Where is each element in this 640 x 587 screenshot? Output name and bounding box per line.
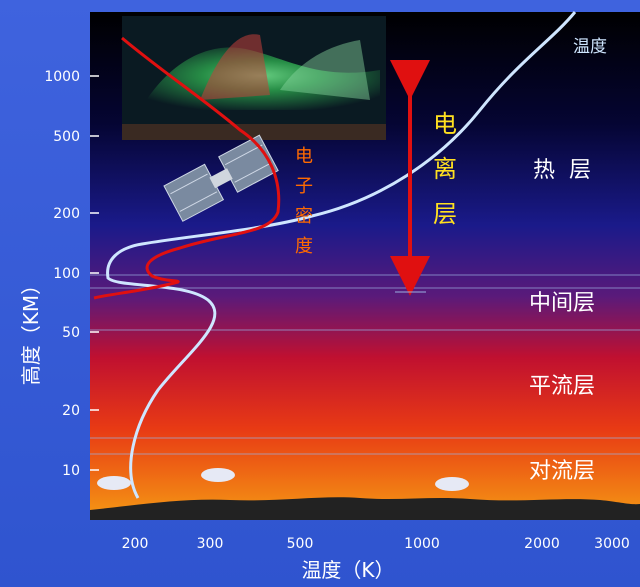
y-axis-title: 高度（KM） (19, 275, 43, 385)
y-tick-label: 20 (62, 403, 80, 419)
x-tick-label: 1000 (404, 536, 440, 552)
atmosphere-diagram: 1000 500 200 100 50 20 10 200 300 500 10… (0, 0, 640, 587)
cloud-icon (97, 476, 131, 490)
y-tick-label: 200 (53, 206, 80, 222)
x-axis-title: 温度（K） (301, 558, 394, 582)
y-tick-label: 50 (62, 325, 80, 341)
electron-density-char: 密 (295, 206, 313, 227)
x-tick-label: 300 (197, 536, 224, 552)
electron-density-char: 电 (295, 146, 313, 167)
cloud-icon (435, 477, 469, 491)
y-tick-label: 100 (53, 266, 80, 282)
temperature-curve-label: 温度 (573, 37, 607, 57)
layer-label-stratosphere: 平流层 (529, 374, 595, 399)
layer-label-thermosphere: 热 层 (533, 158, 591, 183)
layer-label-troposphere: 对流层 (529, 459, 595, 484)
x-tick-label: 500 (287, 536, 314, 552)
electron-density-char: 度 (295, 236, 313, 257)
layer-label-mesosphere: 中间层 (529, 291, 595, 316)
y-tick-label: 10 (62, 463, 80, 479)
electron-density-char: 子 (295, 176, 313, 197)
ionosphere-label: 电 离 层 (433, 110, 457, 228)
aurora-photo (122, 16, 386, 140)
y-tick-label: 1000 (44, 69, 80, 85)
ionosphere-char: 电 (433, 110, 457, 138)
ionosphere-char: 层 (433, 200, 457, 228)
x-tick-label: 2000 (524, 536, 560, 552)
y-tick-label: 500 (53, 129, 80, 145)
diagram-canvas: 1000 500 200 100 50 20 10 200 300 500 10… (19, 11, 640, 582)
x-tick-label: 3000 (594, 536, 630, 552)
x-tick-label: 200 (122, 536, 149, 552)
cloud-icon (201, 468, 235, 482)
ionosphere-char: 离 (433, 155, 457, 183)
